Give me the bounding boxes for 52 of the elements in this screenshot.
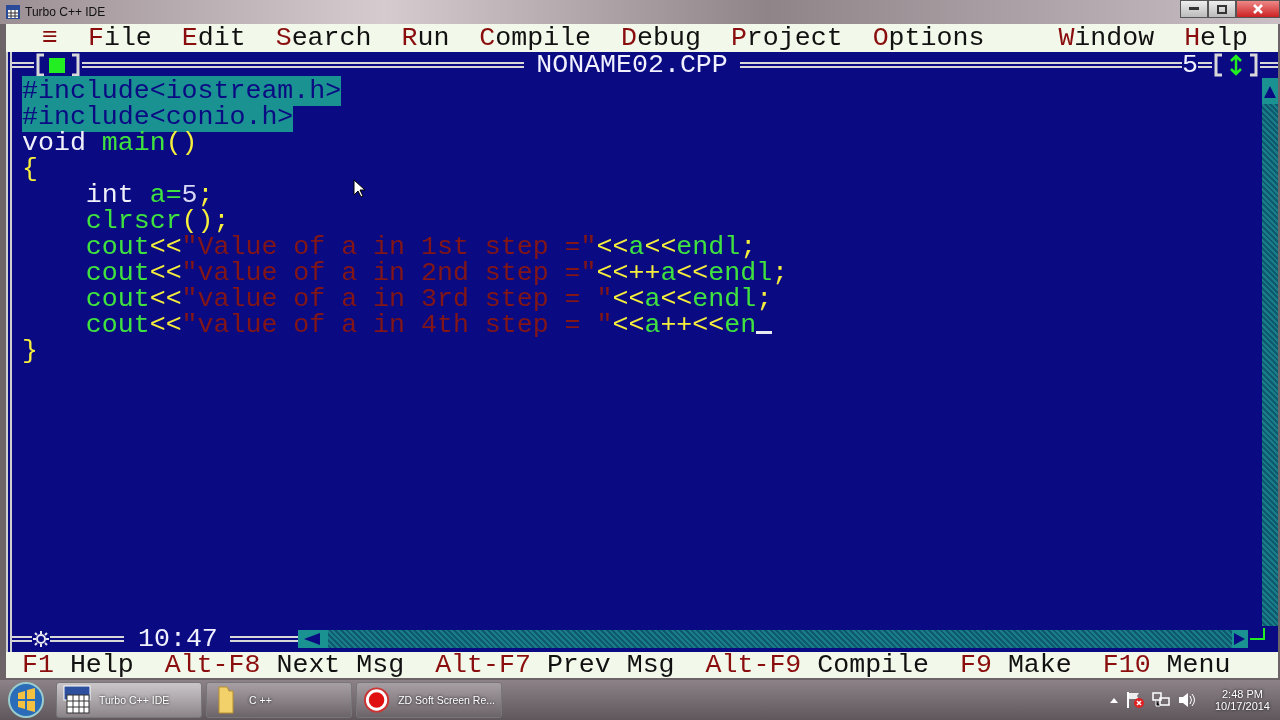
menu-item[interactable]: Compile [479, 25, 592, 51]
shortcut-item[interactable]: F9 Make [960, 652, 1072, 678]
frame-line [229, 636, 298, 642]
code-line: } [22, 336, 38, 366]
network-icon[interactable] [1150, 690, 1171, 710]
vertical-scrollbar[interactable] [1262, 78, 1278, 626]
app-window-icon [63, 685, 91, 715]
horizontal-scrollbar[interactable] [297, 630, 1248, 648]
minimize-icon [1189, 7, 1199, 11]
menu-item[interactable]: Project [730, 25, 843, 51]
menu-item[interactable]: File [87, 25, 152, 51]
window-number: 5 [1182, 52, 1198, 78]
frame-line [12, 636, 32, 642]
menu-item[interactable]: ≡ [42, 25, 58, 51]
clock-time[interactable]: 2:48 PM [1222, 688, 1263, 700]
start-button[interactable] [6, 680, 46, 720]
mouse-pointer-icon [353, 179, 365, 198]
frame-line [1198, 62, 1212, 68]
menu-item[interactable]: Window [1058, 25, 1155, 51]
cursor-position: 10:47 [137, 626, 218, 652]
clock-date[interactable]: 10/17/2014 [1214, 700, 1270, 712]
taskbar-button[interactable]: ZD Soft Screen Re... [356, 682, 502, 718]
close-box[interactable] [34, 52, 82, 78]
maximize-icon [1217, 4, 1227, 14]
shortcut-item[interactable]: Alt-F7 Prev Msg [435, 652, 675, 678]
frame-line [12, 62, 34, 68]
menu-item[interactable]: Help [1184, 25, 1248, 51]
shortcut-item[interactable]: Alt-F9 Compile [705, 652, 929, 678]
show-hidden-icons-icon[interactable] [1108, 696, 1119, 704]
scroll-up-icon[interactable] [1262, 78, 1278, 104]
close-button[interactable] [1236, 0, 1280, 18]
menu-item[interactable]: Search [275, 25, 372, 51]
shortcut-item[interactable]: F1 Help [22, 652, 134, 678]
menu-item[interactable]: Options [872, 25, 985, 51]
scroll-right-icon[interactable] [1232, 630, 1248, 648]
close-icon [1253, 4, 1263, 14]
record-icon [363, 685, 391, 715]
speaker-icon[interactable] [1176, 690, 1197, 710]
file-title: NONAME02.CPP [535, 52, 729, 78]
maximize-button[interactable] [1208, 0, 1236, 18]
scroll-left-icon[interactable] [297, 630, 328, 648]
taskbar-button[interactable]: C ++ [206, 682, 352, 718]
minimize-button[interactable] [1180, 0, 1208, 18]
menu-item[interactable]: Debug [621, 25, 701, 51]
flag-icon[interactable] [1124, 690, 1145, 710]
zoom-box[interactable] [1212, 52, 1260, 78]
menu-item[interactable]: Edit [181, 25, 246, 51]
app-icon [5, 4, 21, 20]
menu-item[interactable]: Run [401, 25, 450, 51]
window-title: Turbo C++ IDE [25, 5, 106, 19]
shortcut-item[interactable]: F10 Menu [1102, 652, 1231, 678]
shortcut-item[interactable]: Alt-F8 Next Msg [164, 652, 405, 678]
